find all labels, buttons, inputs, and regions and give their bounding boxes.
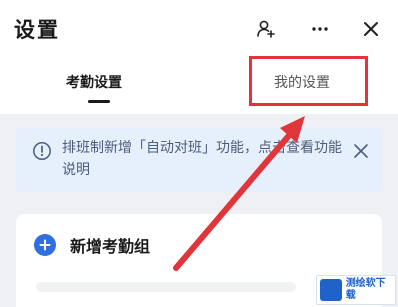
watermark-logo: 测绘软下载	[316, 275, 396, 305]
active-tab-indicator	[88, 100, 110, 103]
watermark-text: 测绘软下载	[345, 278, 386, 301]
add-person-icon	[257, 20, 275, 38]
notice-banner[interactable]: 排班制新增「自动对班」功能，点击查看功能说明	[16, 128, 382, 192]
more-button[interactable]	[305, 14, 335, 44]
more-icon	[312, 27, 328, 31]
notice-text: 排班制新增「自动对班」功能，点击查看功能说明	[62, 140, 342, 178]
add-attendance-group-button[interactable]: 新增考勤组	[70, 233, 150, 257]
add-person-button[interactable]	[251, 14, 281, 44]
info-circle-icon	[33, 142, 51, 160]
close-icon	[364, 22, 378, 36]
plus-circle-icon[interactable]	[34, 234, 56, 256]
watermark-icon	[320, 279, 342, 301]
page-title: 设置	[14, 18, 60, 42]
tab-attendance-settings[interactable]: 考勤设置	[66, 72, 122, 92]
close-button[interactable]	[356, 14, 386, 44]
plus-icon	[39, 239, 51, 251]
close-icon[interactable]	[350, 140, 372, 162]
header-bar: 设置	[0, 0, 398, 60]
placeholder-row	[36, 282, 296, 292]
tab-highlight-annotation	[249, 56, 368, 106]
